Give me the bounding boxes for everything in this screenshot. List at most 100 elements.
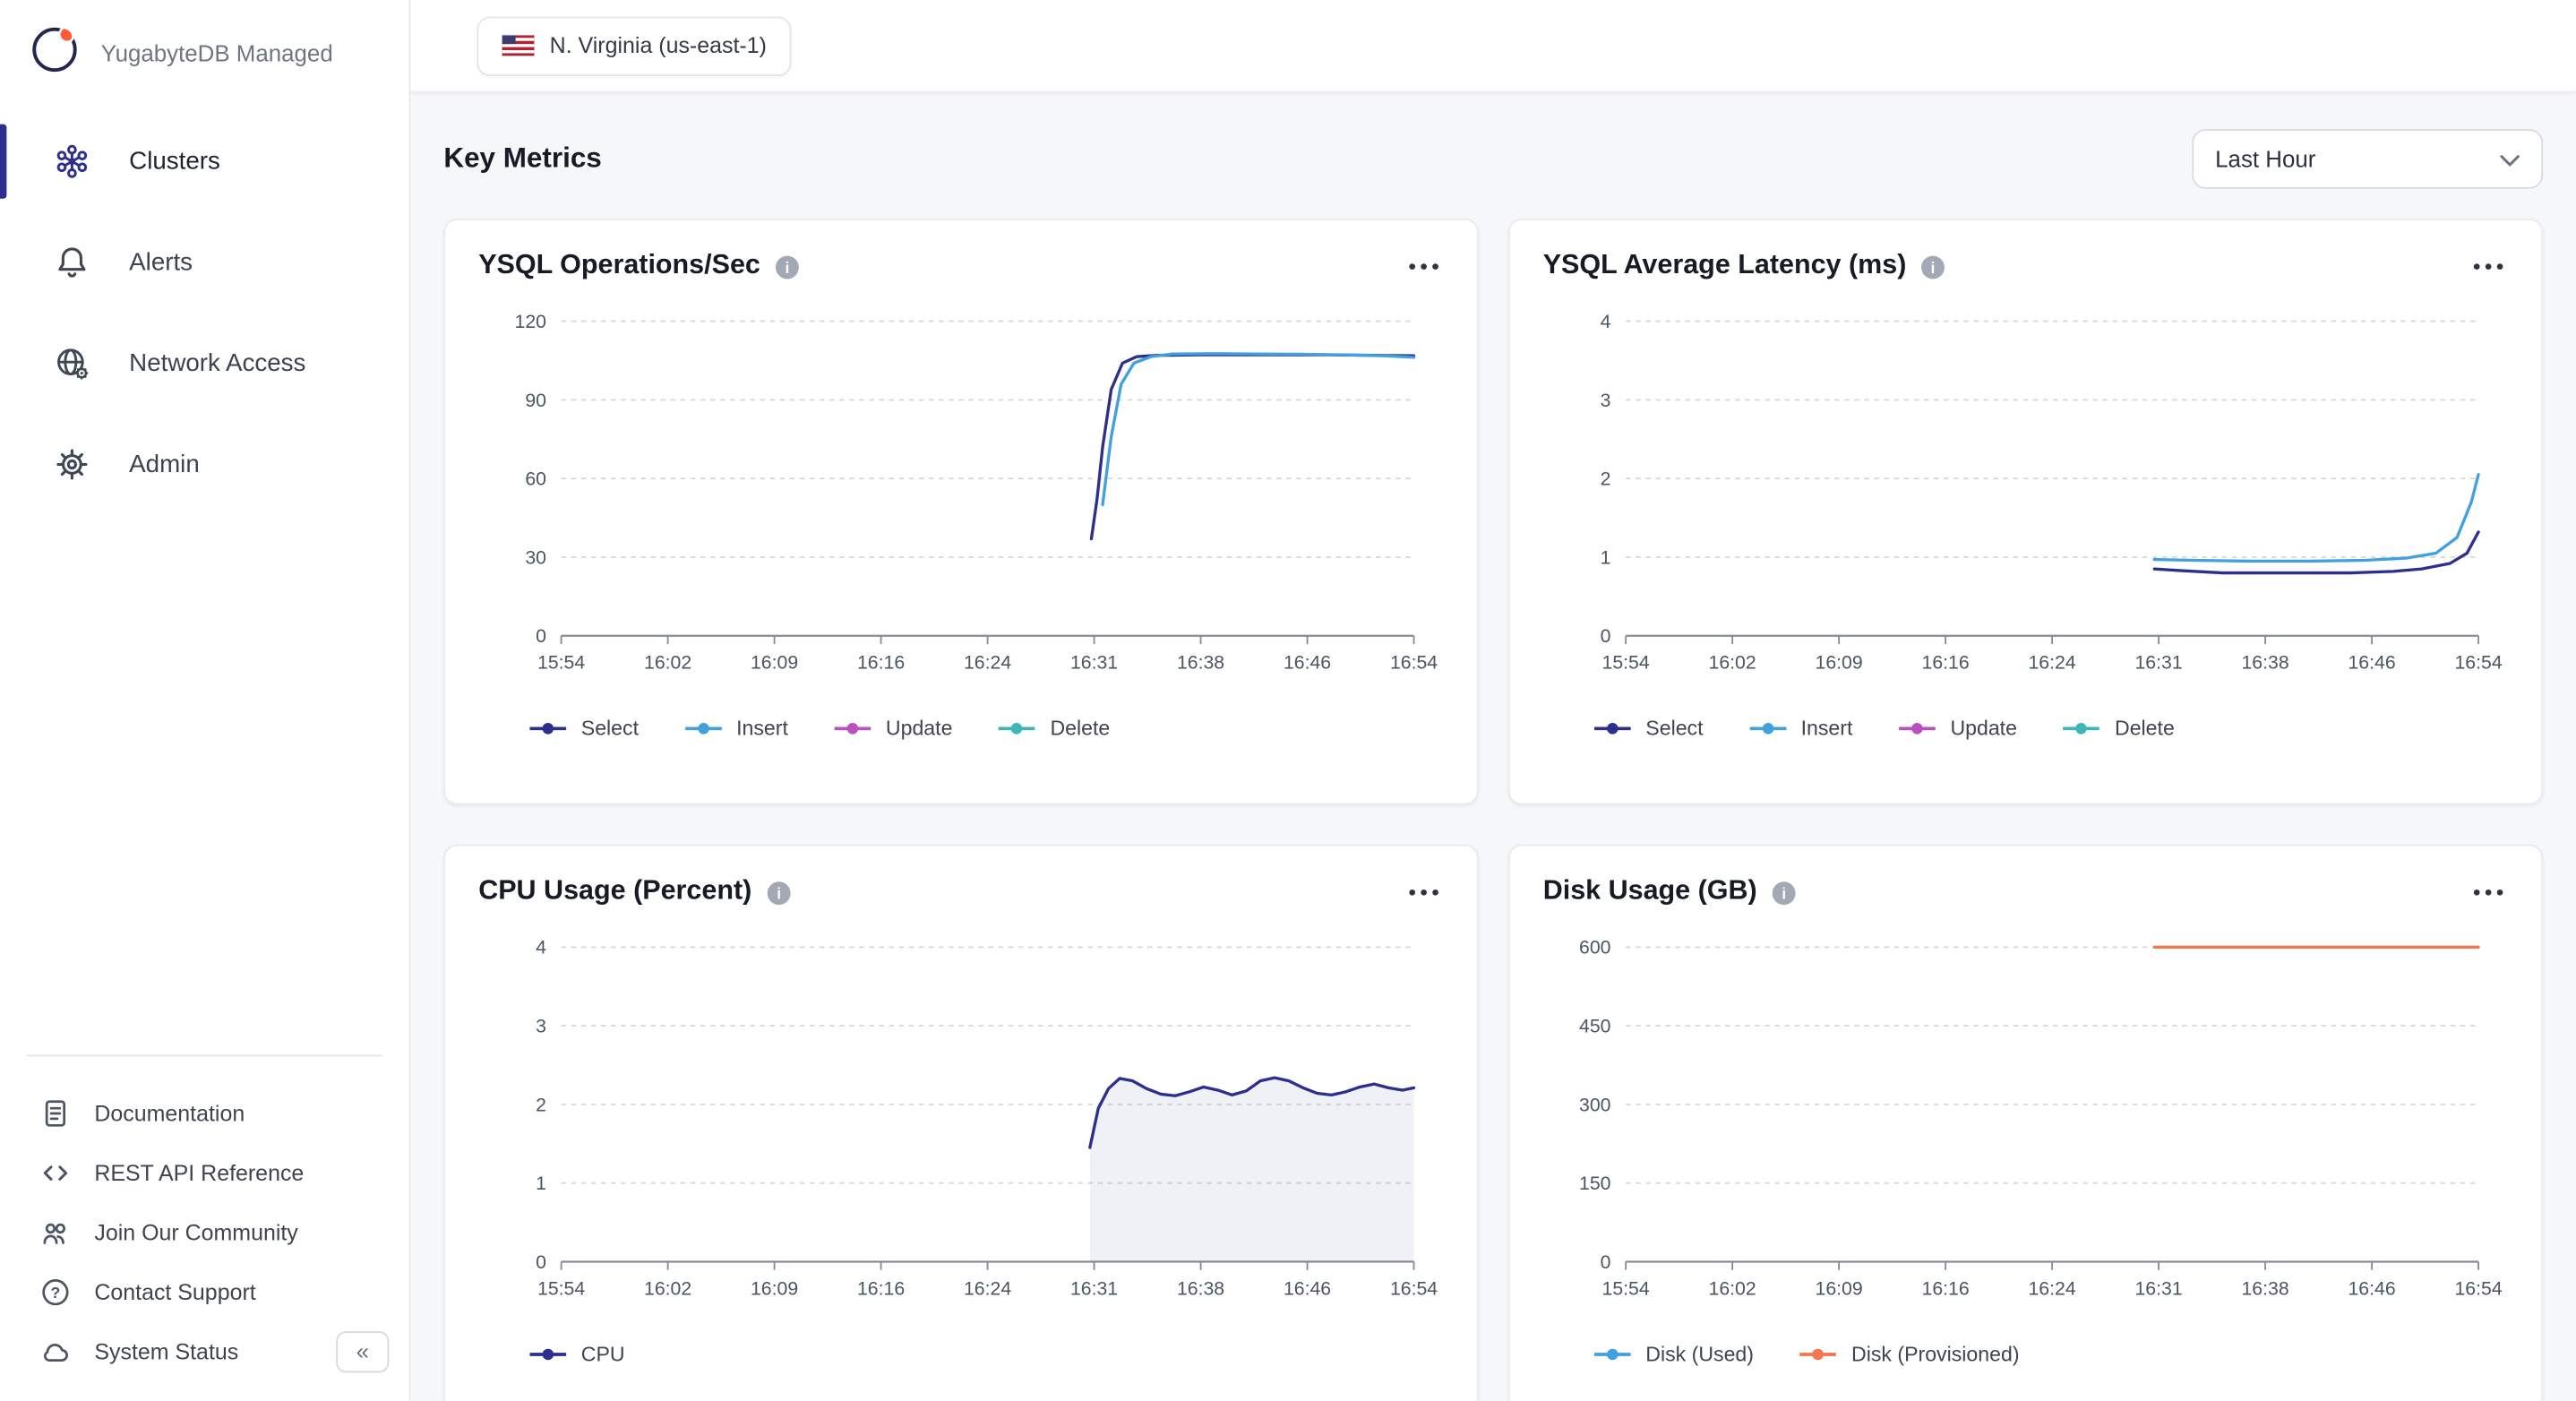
sidebar-item-clusters[interactable]: Clusters (0, 123, 409, 201)
legend-item[interactable]: Insert (1747, 717, 1852, 740)
svg-text:0: 0 (1601, 1251, 1611, 1273)
svg-text:16:46: 16:46 (2348, 1277, 2395, 1299)
section-title: Key Metrics (443, 142, 601, 176)
svg-text:?: ? (51, 1283, 61, 1301)
info-icon[interactable]: i (767, 881, 792, 906)
system-status-row: System Status « (0, 1321, 409, 1381)
chart-title: CPU Usage (Percent) (478, 876, 751, 907)
legend-item[interactable]: Select (528, 717, 639, 740)
community-people-icon (39, 1216, 71, 1248)
svg-text:3: 3 (536, 1015, 546, 1036)
info-icon[interactable]: i (776, 255, 801, 280)
svg-text:16:46: 16:46 (1284, 1277, 1331, 1299)
sidebar-nav: Clusters Alerts (0, 123, 409, 503)
legend-item-label: Select (1645, 717, 1703, 740)
main-area: N. Virginia (us-east-1) Key Metrics Last… (410, 0, 2576, 1401)
svg-text:0: 0 (536, 1251, 546, 1273)
svg-text:16:54: 16:54 (1390, 652, 1438, 674)
more-options-button[interactable] (2469, 254, 2508, 278)
svg-text:16:46: 16:46 (1284, 652, 1331, 674)
svg-text:16:38: 16:38 (1177, 1277, 1224, 1299)
svg-text:60: 60 (525, 468, 546, 490)
svg-text:i: i (1931, 259, 1936, 277)
sidebar: YugabyteDB Managed Clusters (0, 0, 410, 1401)
metric-cards-grid: YSQL Operations/Sec i 030609012015:5416:… (443, 219, 2543, 1401)
svg-text:16:16: 16:16 (1922, 652, 1970, 674)
region-selector[interactable]: N. Virginia (us-east-1) (477, 16, 791, 76)
svg-text:16:24: 16:24 (2028, 1277, 2075, 1299)
info-icon[interactable]: i (1921, 255, 1946, 280)
svg-text:16:54: 16:54 (2454, 652, 2502, 674)
sidebar-collapse-button[interactable]: « (336, 1330, 389, 1371)
sidebar-item-admin[interactable]: Admin (0, 425, 409, 503)
svg-text:16:09: 16:09 (1816, 652, 1863, 674)
svg-text:15:54: 15:54 (1602, 652, 1650, 674)
legend-item[interactable]: CPU (528, 1343, 625, 1366)
legend-item-label: CPU (581, 1343, 625, 1366)
document-icon (39, 1097, 71, 1129)
legend-item[interactable]: Insert (683, 717, 788, 740)
sidebar-item-label: Documentation (94, 1100, 245, 1125)
chart: 030609012015:5416:0216:0916:1616:2416:31… (478, 298, 1444, 704)
legend-item[interactable]: Disk (Used) (1593, 1343, 1754, 1366)
legend-item[interactable]: Update (1897, 717, 2017, 740)
chart-legend: Select Insert Update Delete (528, 717, 1444, 740)
svg-text:2: 2 (1601, 468, 1611, 490)
svg-text:16:09: 16:09 (751, 1277, 798, 1299)
time-range-value: Last Hour (2215, 146, 2315, 173)
sidebar-item-system-status[interactable]: System Status (0, 1321, 265, 1381)
info-icon[interactable]: i (1772, 881, 1797, 906)
sidebar-item-alerts[interactable]: Alerts (0, 224, 409, 302)
svg-text:1: 1 (536, 1173, 546, 1194)
chart-card-disk-usage: Disk Usage (GB) i 015030045060015:5416:0… (1508, 845, 2543, 1401)
sidebar-item-community[interactable]: Join Our Community (0, 1202, 409, 1262)
sidebar-item-network-access[interactable]: Network Access (0, 324, 409, 402)
legend-marker-icon (1593, 720, 1632, 736)
sidebar-item-rest-api[interactable]: REST API Reference (0, 1142, 409, 1202)
more-options-button[interactable] (2469, 880, 2508, 903)
svg-text:15:54: 15:54 (1602, 1277, 1650, 1299)
svg-text:16:16: 16:16 (857, 1277, 905, 1299)
sidebar-item-label: Admin (129, 451, 200, 478)
svg-text:16:24: 16:24 (964, 652, 1011, 674)
legend-item[interactable]: Update (833, 717, 953, 740)
svg-text:16:24: 16:24 (964, 1277, 1011, 1299)
svg-text:4: 4 (1601, 311, 1611, 332)
chart: 0123415:5416:0216:0916:1616:2416:3116:38… (478, 924, 1444, 1329)
sidebar-item-label: Network Access (129, 349, 305, 377)
sidebar-item-label: Clusters (129, 148, 220, 176)
legend-item-label: Update (886, 717, 953, 740)
chevron-down-icon (2500, 146, 2520, 173)
svg-text:16:46: 16:46 (2348, 652, 2395, 674)
sidebar-item-label: System Status (94, 1338, 238, 1363)
svg-text:16:09: 16:09 (751, 652, 798, 674)
svg-text:150: 150 (1579, 1173, 1610, 1194)
svg-text:16:09: 16:09 (1816, 1277, 1863, 1299)
time-range-select[interactable]: Last Hour (2192, 129, 2543, 189)
page-content: Key Metrics Last Hour YSQL Operations/Se… (410, 93, 2576, 1401)
legend-item[interactable]: Disk (Provisioned) (1799, 1343, 2020, 1366)
legend-item[interactable]: Delete (997, 717, 1110, 740)
sidebar-item-contact-support[interactable]: ? Contact Support (0, 1261, 409, 1321)
legend-item-label: Disk (Provisioned) (1851, 1343, 2019, 1366)
yugabyte-logo-icon (27, 21, 83, 85)
svg-text:2: 2 (536, 1094, 546, 1115)
svg-text:15:54: 15:54 (537, 1277, 585, 1299)
sidebar-item-documentation[interactable]: Documentation (0, 1083, 409, 1143)
legend-item[interactable]: Delete (2062, 717, 2175, 740)
more-options-button[interactable] (1404, 880, 1443, 903)
svg-text:3: 3 (1601, 390, 1611, 411)
svg-text:120: 120 (515, 311, 546, 332)
chart-title: YSQL Operations/Sec (478, 250, 760, 281)
region-label: N. Virginia (us-east-1) (550, 33, 767, 58)
more-options-button[interactable] (1404, 254, 1443, 278)
legend-item-label: Delete (1050, 717, 1110, 740)
legend-item[interactable]: Select (1593, 717, 1703, 740)
svg-text:16:02: 16:02 (644, 1277, 691, 1299)
svg-text:16:38: 16:38 (1177, 652, 1224, 674)
svg-text:600: 600 (1579, 937, 1610, 958)
legend-item-label: Insert (1801, 717, 1853, 740)
svg-text:16:31: 16:31 (1070, 1277, 1118, 1299)
svg-text:90: 90 (525, 390, 546, 411)
legend-marker-icon (1897, 720, 1936, 736)
